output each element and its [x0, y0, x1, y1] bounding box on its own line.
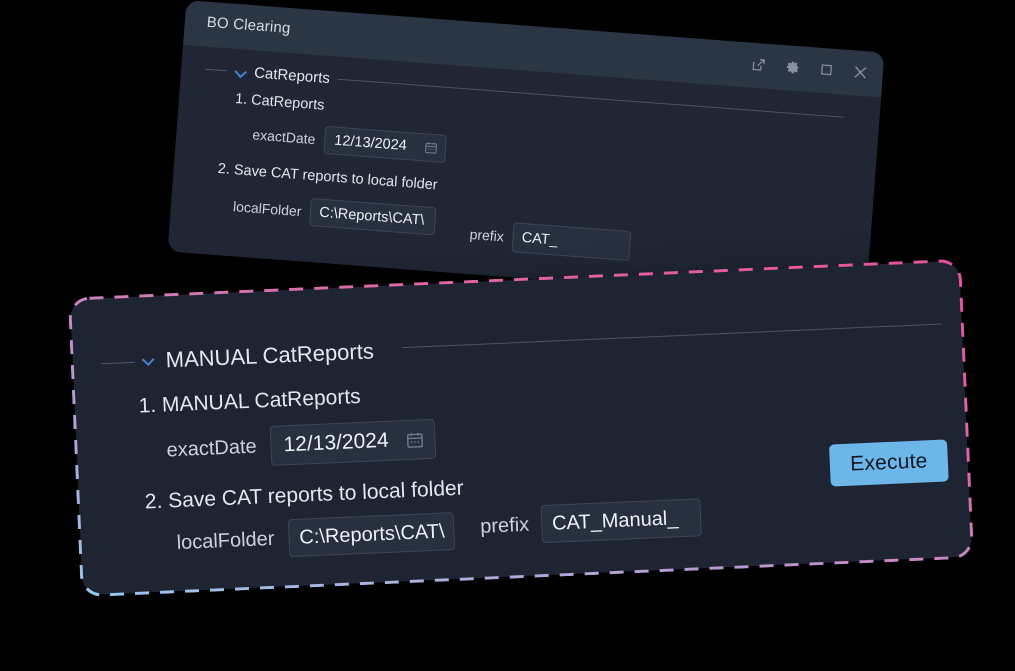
prefix-label: prefix — [479, 513, 530, 538]
localfolder-input[interactable]: C:\Reports\CAT\ — [287, 512, 456, 558]
localfolder-label: localFolder — [176, 527, 275, 554]
step-1-number: 1. — [234, 91, 248, 108]
step-2-number: 2. — [217, 160, 231, 178]
gear-icon[interactable] — [778, 53, 806, 81]
field-row-localfolder: localFolder C:\Reports\CAT\ — [232, 192, 438, 236]
screen-root: BO Clearing CatReports 1. CatReports exa… — [0, 0, 1015, 671]
step-1-label: 1. MANUAL CatReports — [138, 385, 361, 419]
manual-catreports-window[interactable]: MANUAL CatReports 1. MANUAL CatReports e… — [67, 258, 975, 598]
chevron-down-icon[interactable] — [142, 353, 158, 369]
close-icon[interactable] — [846, 58, 874, 86]
manual-catreports-panel: MANUAL CatReports 1. MANUAL CatReports e… — [67, 258, 975, 598]
exactdate-value: 12/13/2024 — [283, 428, 390, 457]
group-divider — [402, 323, 942, 349]
localfolder-value: C:\Reports\CAT\ — [318, 204, 425, 229]
localfolder-input[interactable]: C:\Reports\CAT\ — [309, 198, 438, 236]
prefix-input[interactable]: CAT_Manual_ — [540, 498, 702, 544]
localfolder-value: C:\Reports\CAT\ — [298, 519, 445, 549]
field-row-localfolder: localFolder C:\Reports\CAT\ — [176, 512, 456, 562]
prefix-value: CAT_Manual_ — [551, 506, 679, 535]
calendar-icon[interactable] — [405, 430, 425, 450]
step-2-label: 2. Save CAT reports to local folder — [217, 161, 438, 193]
localfolder-label: localFolder — [232, 198, 303, 220]
exactdate-label: exactDate — [251, 126, 317, 148]
calendar-icon[interactable] — [424, 140, 439, 155]
step-2-title: Save CAT reports to local folder — [233, 162, 439, 194]
exactdate-label: exactDate — [166, 435, 258, 461]
chevron-down-icon[interactable] — [235, 66, 247, 78]
group-title: CatReports — [253, 64, 331, 88]
field-row-prefix: prefix CAT_ — [469, 219, 632, 262]
bo-clearing-window[interactable]: BO Clearing CatReports 1. CatReports exa… — [167, 0, 885, 304]
step-2-title: Save CAT reports to local folder — [167, 476, 465, 513]
step-1-title: CatReports — [250, 92, 325, 114]
window-title: BO Clearing — [206, 13, 292, 37]
tree-connector — [100, 361, 135, 364]
group-header-manual-catreports[interactable]: MANUAL CatReports — [100, 338, 374, 376]
field-row-exactdate: exactDate 12/13/2024 — [166, 418, 437, 471]
step-2-label: 2. Save CAT reports to local folder — [144, 477, 464, 515]
step-1-title: MANUAL CatReports — [161, 384, 362, 417]
window-controls — [744, 50, 874, 86]
prefix-input[interactable]: CAT_ — [511, 222, 632, 262]
step-1-label: 1. CatReports — [235, 91, 325, 114]
prefix-value: CAT_ — [521, 229, 559, 249]
field-row-prefix: prefix CAT_Manual_ — [479, 498, 702, 546]
field-row-exactdate: exactDate 12/13/2024 — [251, 120, 448, 163]
step-2-number: 2. — [144, 489, 163, 514]
execute-button[interactable]: Execute — [829, 439, 949, 487]
exactdate-value: 12/13/2024 — [333, 132, 408, 155]
popout-icon[interactable] — [744, 50, 772, 78]
execute-button-label: Execute — [849, 449, 928, 476]
exactdate-input[interactable]: 12/13/2024 — [323, 125, 448, 163]
group-title: MANUAL CatReports — [165, 338, 375, 373]
prefix-label: prefix — [469, 226, 505, 245]
maximize-icon[interactable] — [812, 55, 840, 83]
step-1-number: 1. — [138, 393, 157, 418]
tree-connector — [205, 68, 228, 72]
exactdate-input[interactable]: 12/13/2024 — [269, 418, 437, 466]
